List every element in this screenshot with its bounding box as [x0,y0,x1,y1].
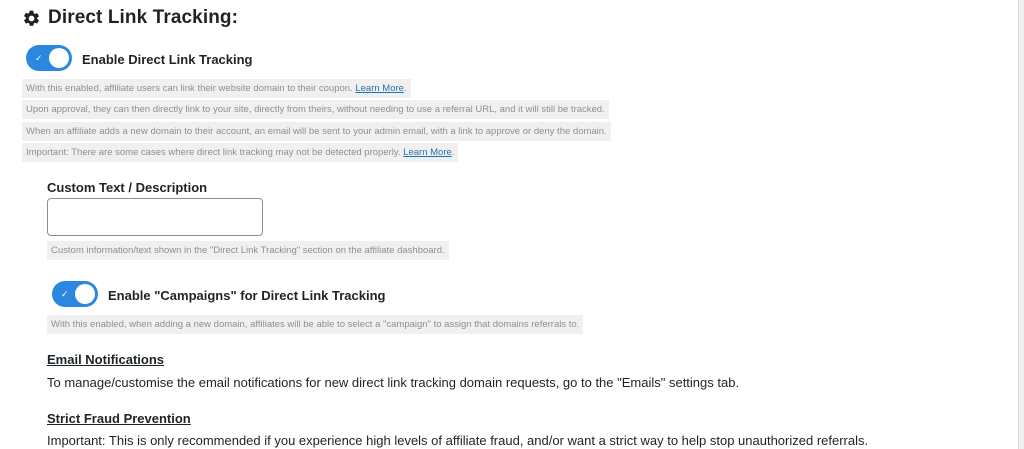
section-title: Direct Link Tracking: [22,6,238,30]
checkmark-icon: ✓ [35,53,43,63]
custom-text-input[interactable] [47,198,263,236]
checkmark-icon: ✓ [61,289,69,299]
enable-direct-link-tracking-label: Enable Direct Link Tracking [82,52,253,67]
campaigns-help: With this enabled, when adding a new dom… [47,315,584,334]
toggle-knob [75,284,95,304]
info-note-1: With this enabled, affiliate users can l… [22,79,411,98]
email-notifications-text: To manage/customise the email notificati… [47,375,740,390]
settings-panel: Direct Link Tracking: ✓ Enable Direct Li… [0,0,1019,449]
info-note-3: When an affiliate adds a new domain to t… [22,122,611,141]
custom-text-label: Custom Text / Description [47,180,208,195]
campaigns-help-text: With this enabled, when adding a new dom… [51,319,580,330]
email-notifications-heading: Email Notifications [47,352,165,367]
gear-icon [22,9,41,28]
info-note-4-text: Important: There are some cases where di… [26,147,401,158]
custom-text-help: Custom information/text shown in the "Di… [47,241,449,260]
enable-campaigns-label: Enable "Campaigns" for Direct Link Track… [108,288,386,303]
info-note-2: Upon approval, they can then directly li… [22,100,609,119]
learn-more-link-2[interactable]: Learn More [403,147,452,158]
info-note-4-suffix: . [451,147,455,158]
info-note-4: Important: There are some cases where di… [22,143,459,162]
toggle-knob [49,48,69,68]
page-title: Direct Link Tracking: [48,7,239,28]
info-note-2-text: Upon approval, they can then directly li… [26,104,605,115]
info-note-1-suffix: . [403,83,407,94]
info-note-3-text: When an affiliate adds a new domain to t… [26,126,607,137]
info-note-1-text: With this enabled, affiliate users can l… [26,83,353,94]
learn-more-link-1[interactable]: Learn More [355,83,404,94]
strict-fraud-heading: Strict Fraud Prevention [47,411,191,426]
custom-text-help-text: Custom information/text shown in the "Di… [51,245,445,256]
strict-fraud-text: Important: This is only recommended if y… [47,433,869,448]
enable-direct-link-tracking-toggle[interactable]: ✓ [26,45,72,71]
enable-campaigns-toggle[interactable]: ✓ [52,281,98,307]
